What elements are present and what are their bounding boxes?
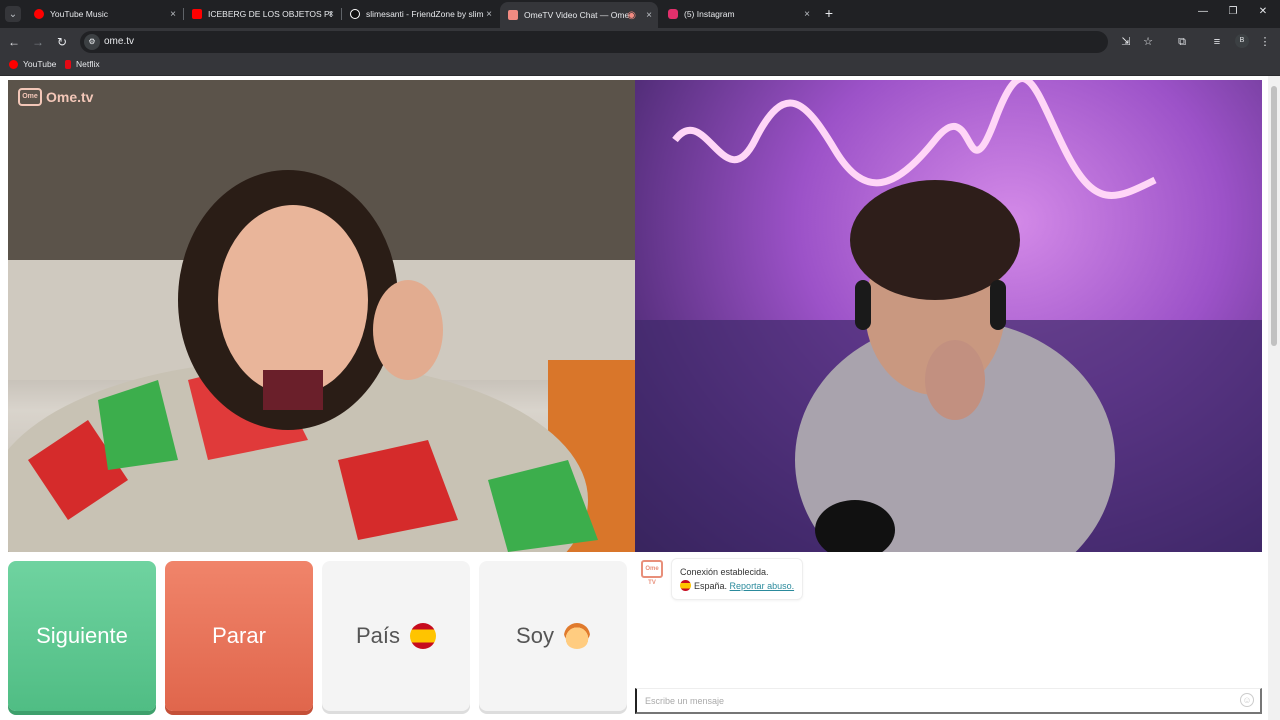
close-tab-icon[interactable]: × [170, 9, 176, 20]
spain-flag-icon [410, 623, 437, 649]
youtube-icon [9, 59, 18, 69]
close-tab-icon[interactable]: × [486, 9, 492, 20]
ometv-icon [508, 10, 518, 20]
next-label: Siguiente [36, 623, 128, 648]
youtube-music-icon [34, 9, 44, 19]
emoji-icon[interactable]: ☺ [1240, 693, 1254, 707]
ometv-logo: Ome Ome.tv [18, 88, 93, 106]
profile-avatar[interactable]: B [1235, 34, 1249, 48]
remote-video-frame [635, 80, 1262, 552]
system-message: Conexión establecida. España. Reportar a… [671, 558, 804, 600]
page-scrollbar[interactable] [1268, 76, 1280, 720]
forward-icon[interactable]: → [30, 34, 46, 50]
tiktok-icon [350, 9, 360, 19]
country-label: País [355, 623, 401, 648]
tab-label: YouTube Music [50, 9, 108, 19]
scroll-thumb[interactable] [1271, 86, 1277, 346]
country-button[interactable]: País [322, 561, 470, 711]
restore-icon[interactable]: ❐ [1218, 6, 1248, 17]
partner-country: España. Reportar abuso. [680, 579, 794, 593]
ometv-avatar: Ome TV [641, 560, 663, 586]
tab-strip: ⌄ YouTube Music × ICEBERG DE LOS OBJETOS… [0, 0, 1280, 28]
bookmark-youtube[interactable]: YouTube [9, 59, 56, 69]
report-abuse-link[interactable]: Reportar abuso. [730, 581, 795, 591]
remote-video [635, 80, 1262, 552]
bookmark-netflix[interactable]: Netflix [65, 59, 100, 69]
boy-face-icon [563, 623, 590, 649]
tab-tiktok[interactable]: slimesanti - FriendZone by slim × [342, 4, 498, 24]
local-video: Ome Ome.tv [8, 80, 635, 552]
instagram-icon [668, 9, 678, 19]
connection-status: Conexión establecida. [680, 567, 769, 577]
reload-icon[interactable]: ↻ [54, 34, 70, 50]
close-tab-icon[interactable]: × [646, 10, 652, 21]
logo-text: Ome.tv [46, 89, 94, 105]
stop-button[interactable]: Parar [165, 561, 313, 711]
back-icon[interactable]: ← [6, 34, 22, 50]
youtube-icon [192, 9, 202, 19]
ometv-page: Ome Ome.tv Siguiente Parar País Soy Ome … [0, 76, 1280, 720]
bookmark-label: YouTube [23, 59, 57, 69]
media-control-icon[interactable]: ≡ [1209, 34, 1225, 50]
spain-flag-icon [680, 580, 691, 591]
logo-box: Ome [18, 88, 42, 106]
close-tab-icon[interactable]: × [328, 9, 334, 20]
tab-label: (5) Instagram [684, 9, 735, 19]
recording-icon: ◉ [627, 9, 636, 21]
minimize-icon[interactable]: — [1188, 6, 1218, 17]
next-button[interactable]: Siguiente [8, 561, 156, 711]
chat-panel: Ome TV Conexión establecida. España. Rep… [635, 554, 1262, 714]
bookmarks-bar: YouTube Netflix [0, 56, 1280, 76]
bookmark-star-icon[interactable]: ☆ [1140, 34, 1156, 50]
message-input[interactable] [635, 688, 1262, 714]
tab-youtube-music[interactable]: YouTube Music × [26, 4, 182, 24]
install-app-icon[interactable]: ⇲ [1118, 34, 1134, 50]
netflix-icon [65, 59, 71, 69]
browser-toolbar: ← → ↻ ⚙ ome.tv ⇲ ☆ ⧉ ≡ B ⋮ [0, 28, 1280, 56]
gender-button[interactable]: Soy [479, 561, 627, 711]
local-video-frame [8, 80, 635, 552]
close-tab-icon[interactable]: × [804, 9, 810, 20]
menu-icon[interactable]: ⋮ [1257, 34, 1273, 50]
tab-label: slimesanti - FriendZone by slim [366, 9, 484, 19]
tab-instagram[interactable]: (5) Instagram × [660, 4, 816, 24]
gender-label: Soy [516, 623, 554, 648]
tab-iceberg[interactable]: ICEBERG DE LOS OBJETOS PERI × [184, 4, 340, 24]
tab-search-icon[interactable]: ⌄ [5, 6, 21, 22]
stop-label: Parar [212, 623, 266, 648]
bookmark-label: Netflix [76, 59, 100, 69]
tab-label: ICEBERG DE LOS OBJETOS PERI [208, 9, 332, 19]
url-text[interactable]: ome.tv [104, 36, 134, 47]
extensions-icon[interactable]: ⧉ [1174, 34, 1190, 50]
site-info-icon[interactable]: ⚙ [84, 34, 100, 50]
address-bar[interactable]: ⚙ ome.tv [80, 31, 1108, 53]
new-tab-button[interactable]: + [822, 5, 836, 21]
tab-ometv[interactable]: OmeTV Video Chat — Ome ◉ × [500, 2, 658, 28]
close-window-icon[interactable]: ✕ [1248, 6, 1278, 17]
country-name: España. [694, 581, 728, 591]
